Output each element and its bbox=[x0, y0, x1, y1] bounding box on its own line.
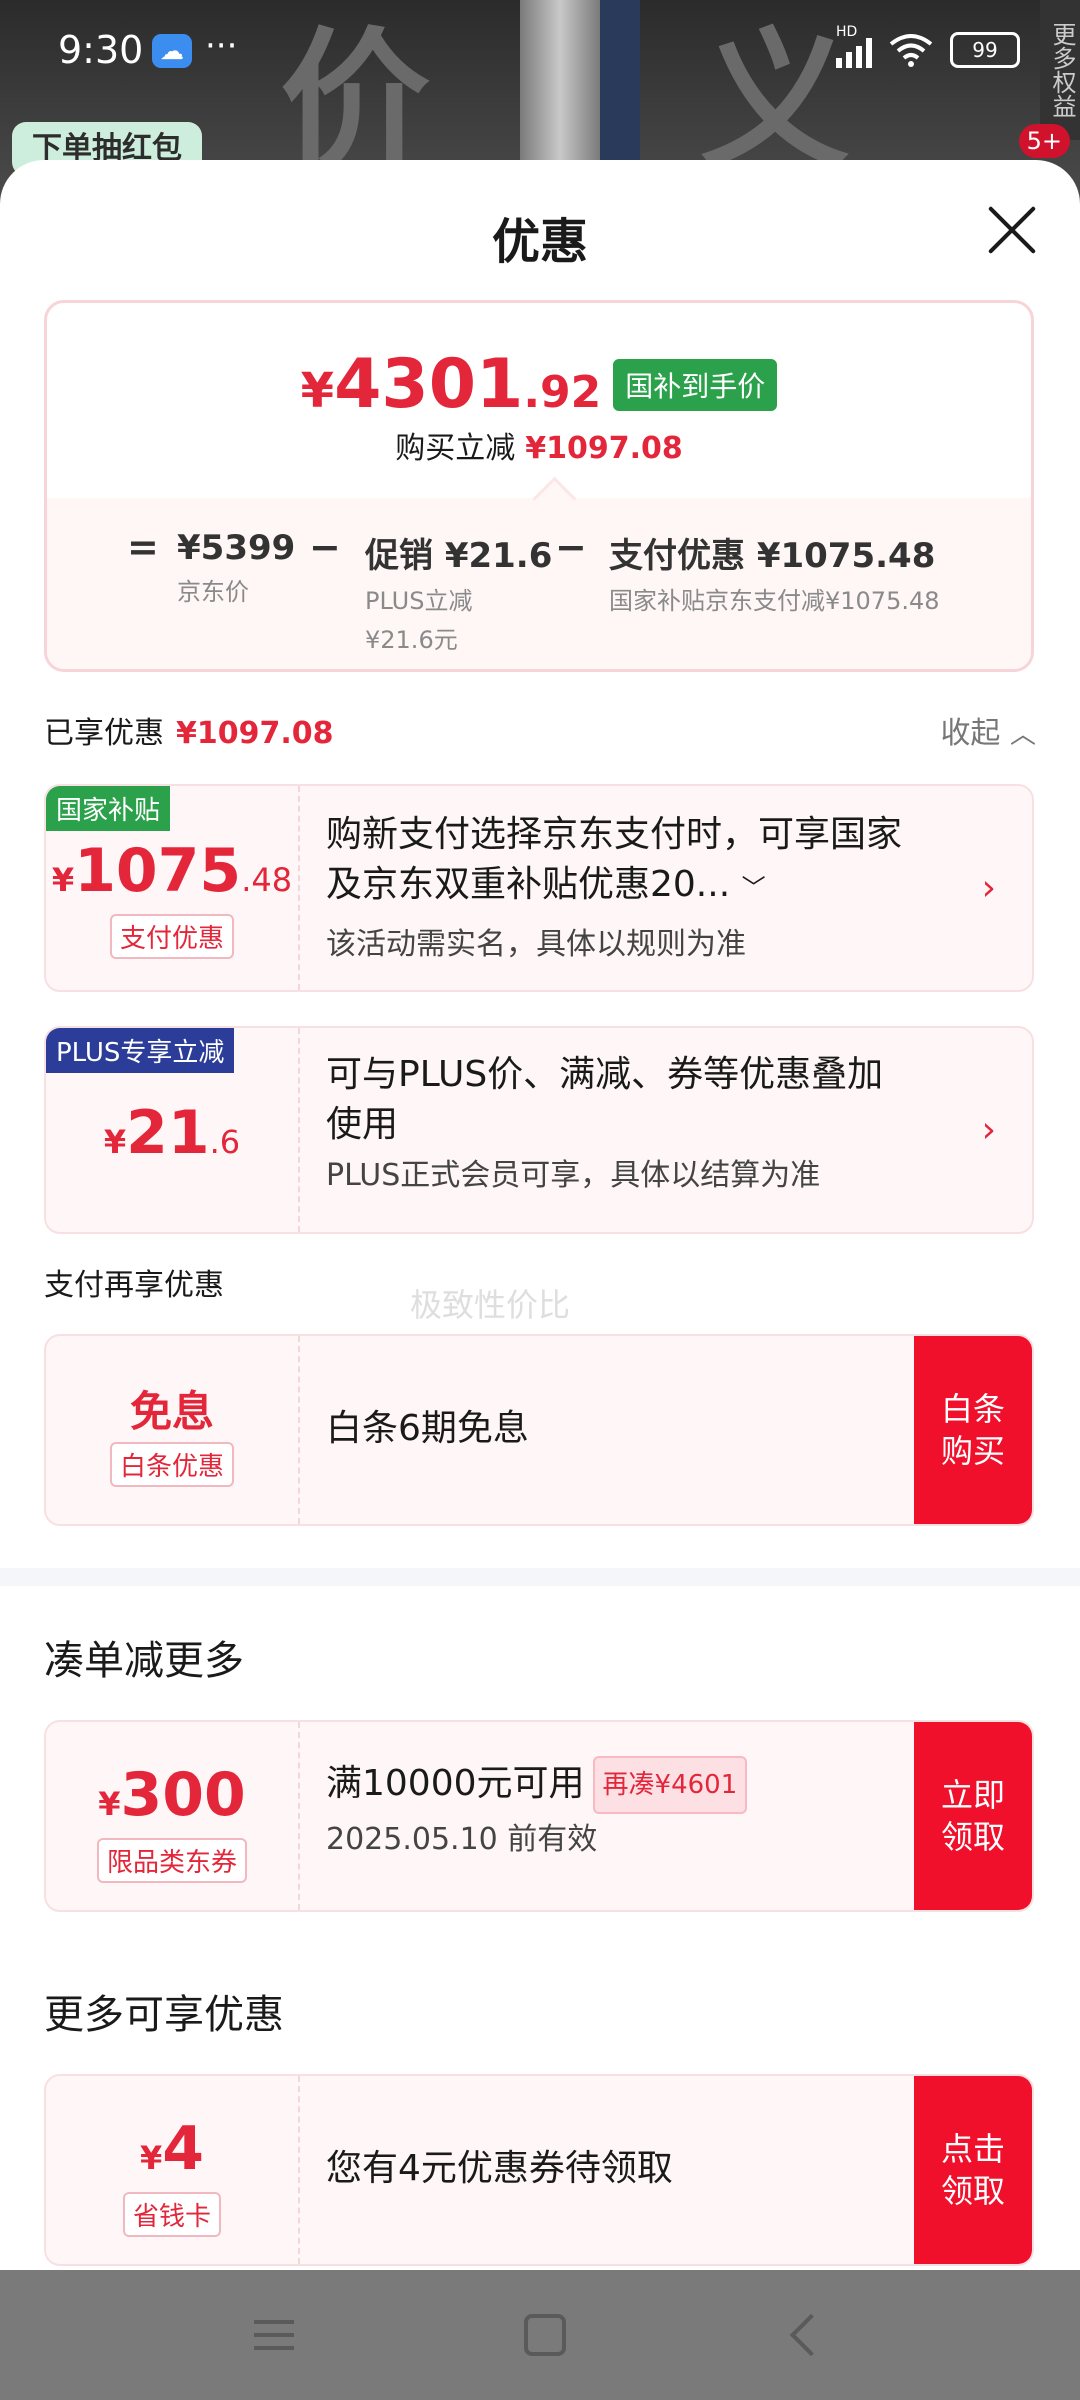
discount-sheet: 优惠 ¥ 4301 .92 国补到手价 购买立减 ¥1097.08 = ¥5399… bbox=[0, 160, 1080, 2270]
cloud-icon: ☁ bbox=[152, 34, 192, 68]
section-divider bbox=[0, 1568, 1080, 1586]
coupon-title: 白条6期免息 bbox=[326, 1408, 529, 1449]
chevron-right-icon[interactable]: › bbox=[982, 868, 996, 909]
watermark: 极致性价比 bbox=[410, 1286, 571, 1324]
saving-card-coupon[interactable]: ¥4 省钱卡 您有4元优惠券待领取 点击 领取 bbox=[44, 2074, 1034, 2266]
coupon-type: 限品类东券 bbox=[96, 1838, 248, 1883]
minus-sign: − bbox=[309, 525, 341, 569]
click-claim-button[interactable]: 点击 领取 bbox=[914, 2076, 1032, 2264]
status-icons: HD 99 bbox=[836, 24, 1020, 68]
claim-now-button[interactable]: 立即 领取 bbox=[914, 1722, 1032, 1910]
coupon-amount: ¥4 bbox=[139, 2114, 204, 2184]
side-benefits-label[interactable]: 更多权益 bbox=[1040, 0, 1080, 140]
add-more-tag: 再凑¥4601 bbox=[592, 1756, 748, 1814]
baitiao-buy-button[interactable]: 白条 购买 bbox=[914, 1336, 1032, 1524]
more-notifications-icon: ··· bbox=[205, 26, 238, 66]
coupon-title: 您有4元优惠券待领取 bbox=[326, 2148, 673, 2189]
final-price: ¥ 4301 .92 国补到手价 bbox=[47, 345, 1031, 424]
coupon-expiry: 2025.05.10 前有效 bbox=[326, 1822, 598, 1857]
price-summary-card: ¥ 4301 .92 国补到手价 购买立减 ¥1097.08 = ¥5399 京东… bbox=[44, 300, 1034, 672]
purchase-reduction: 购买立减 ¥1097.08 bbox=[395, 431, 683, 466]
payment-discount: 支付优惠 ¥1075.48 国家补贴京东支付减¥1075.48 bbox=[609, 536, 940, 615]
plus-exclusive-tag: PLUS专享立减 bbox=[46, 1028, 235, 1073]
side-benefits-count: 5+ bbox=[1018, 124, 1070, 158]
close-button[interactable] bbox=[986, 204, 1038, 256]
gov-subsidy-coupon[interactable]: 国家补贴 ¥1075.48 支付优惠 购新支付选择京东支付时，可享国家 及京东双… bbox=[44, 784, 1034, 992]
coupon-title: 可与PLUS价、满减、券等优惠叠加 bbox=[326, 1054, 884, 1095]
battery-icon: 99 bbox=[950, 32, 1020, 68]
coupon-amount: ¥300 bbox=[98, 1760, 246, 1830]
more-reduce-heading: 凑单减更多 bbox=[44, 1638, 244, 1684]
wifi-icon bbox=[889, 34, 933, 67]
baitiao-coupon[interactable]: 免息 白条优惠 白条6期免息 白条 购买 bbox=[44, 1334, 1034, 1526]
coupon-type: 白条优惠 bbox=[109, 1442, 235, 1487]
pay-again-label: 支付再享优惠 bbox=[44, 1268, 224, 1303]
signal-icon: HD bbox=[836, 24, 872, 68]
coupon-amount: ¥1075.48 bbox=[51, 836, 293, 906]
chevron-right-icon[interactable]: › bbox=[982, 1110, 996, 1151]
minus-sign: − bbox=[555, 525, 587, 569]
sheet-title: 优惠 bbox=[491, 214, 588, 270]
promo-discount: 促销 ¥21.6 PLUS立减 ¥21.6元 bbox=[365, 536, 553, 654]
home-icon[interactable] bbox=[524, 2314, 566, 2356]
plus-discount-coupon[interactable]: PLUS专享立减 ¥21.6 可与PLUS价、满减、券等优惠叠加 使用 PLUS… bbox=[44, 1026, 1034, 1234]
enjoyed-discount: 已享优惠 ¥1097.08 bbox=[44, 716, 334, 751]
coupon-title-cont: 及京东双重补贴优惠20... ﹀ bbox=[326, 864, 766, 905]
coupon-title-cont: 使用 bbox=[326, 1104, 399, 1145]
chevron-down-icon[interactable]: ﹀ bbox=[742, 874, 766, 902]
more-offers-heading: 更多可享优惠 bbox=[44, 1992, 284, 2038]
coupon-note: PLUS正式会员可享，具体以结算为准 bbox=[326, 1158, 821, 1193]
jd-price: ¥5399 京东价 bbox=[177, 528, 296, 606]
chevron-up-icon: ︿ bbox=[1009, 720, 1036, 750]
gov-subsidy-tag: 国家补贴 bbox=[46, 786, 171, 831]
coupon-type: 省钱卡 bbox=[122, 2192, 222, 2237]
back-icon[interactable] bbox=[789, 2313, 833, 2357]
coupon-title: 购新支付选择京东支付时，可享国家 bbox=[326, 814, 903, 855]
system-nav-bar bbox=[0, 2270, 1080, 2400]
coupon-amount: 免息 bbox=[129, 1387, 214, 1436]
equals-sign: = bbox=[127, 525, 159, 569]
collapse-toggle[interactable]: 收起 ︿ bbox=[940, 708, 1036, 752]
coupon-title: 满10000元可用 再凑¥4601 bbox=[326, 1756, 892, 1814]
gov-subsidy-price-tag: 国补到手价 bbox=[613, 358, 778, 411]
coupon-amount: ¥21.6 bbox=[103, 1098, 241, 1168]
status-time: 9:30 bbox=[58, 28, 144, 72]
coupon-type: 支付优惠 bbox=[109, 914, 235, 959]
menu-icon[interactable] bbox=[254, 2320, 294, 2350]
hd-label: HD bbox=[836, 24, 858, 40]
category-coupon[interactable]: ¥300 限品类东券 满10000元可用 再凑¥4601 2025.05.10 前… bbox=[44, 1720, 1034, 1912]
coupon-note: 该活动需实名，具体以规则为准 bbox=[326, 927, 746, 962]
